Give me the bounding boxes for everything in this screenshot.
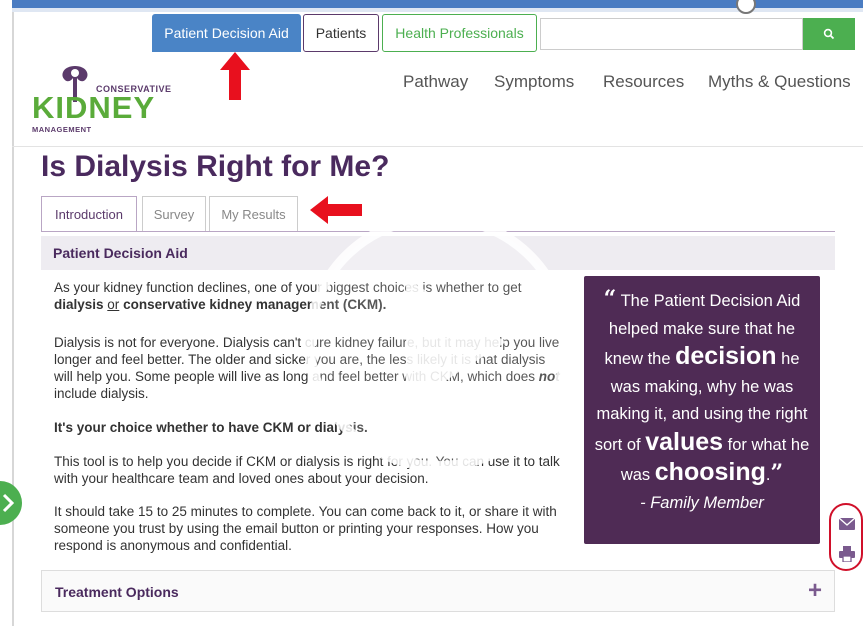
nav-myths-questions[interactable]: Myths & Questions bbox=[708, 72, 851, 92]
treatment-options-accordion[interactable]: Treatment Options + bbox=[41, 570, 835, 612]
header-divider bbox=[12, 146, 863, 147]
tab-my-results[interactable]: My Results bbox=[209, 196, 298, 231]
top-bar-shadow bbox=[12, 8, 863, 12]
search-input[interactable] bbox=[540, 18, 803, 50]
expand-plus-icon[interactable]: + bbox=[808, 577, 822, 605]
patients-button[interactable]: Patients bbox=[303, 14, 379, 52]
testimonial-quote: “ The Patient Decision Aid helped make s… bbox=[584, 276, 820, 544]
search-icon bbox=[823, 28, 835, 40]
quote-choosing: choosing bbox=[654, 458, 766, 486]
quote-open-mark: “ bbox=[603, 286, 617, 312]
treatment-options-label: Treatment Options bbox=[55, 584, 179, 600]
tab-introduction[interactable]: Introduction bbox=[41, 196, 137, 231]
search-button[interactable] bbox=[803, 18, 855, 50]
logo-text-management: MANAGEMENT bbox=[32, 125, 92, 134]
logo-text-kidney: KIDNEY bbox=[32, 90, 156, 125]
chevron-right-icon bbox=[2, 493, 14, 513]
tab-survey[interactable]: Survey bbox=[142, 196, 206, 231]
nav-resources[interactable]: Resources bbox=[603, 72, 684, 92]
nav-pathway[interactable]: Pathway bbox=[403, 72, 468, 92]
quote-attribution: - Family Member bbox=[640, 493, 764, 512]
quote-decision: decision bbox=[675, 342, 777, 370]
annotation-oval bbox=[829, 503, 863, 571]
quote-close-mark: ” bbox=[770, 460, 784, 486]
play-icon[interactable] bbox=[301, 208, 575, 476]
ckm-logo[interactable]: CONSERVATIVE KIDNEY MANAGEMENT bbox=[32, 62, 192, 136]
nav-symptoms[interactable]: Symptoms bbox=[494, 72, 574, 92]
page-left-border bbox=[12, 12, 14, 626]
green-nav-circle[interactable] bbox=[0, 481, 22, 525]
page-title: Is Dialysis Right for Me? bbox=[41, 150, 390, 183]
patient-decision-aid-button[interactable]: Patient Decision Aid bbox=[152, 14, 301, 52]
annotation-arrow-up bbox=[220, 52, 250, 100]
intro-paragraph-5: It should take 15 to 25 minutes to compl… bbox=[54, 504, 557, 553]
health-professionals-button[interactable]: Health Professionals bbox=[382, 14, 537, 52]
quote-values: values bbox=[645, 427, 724, 456]
